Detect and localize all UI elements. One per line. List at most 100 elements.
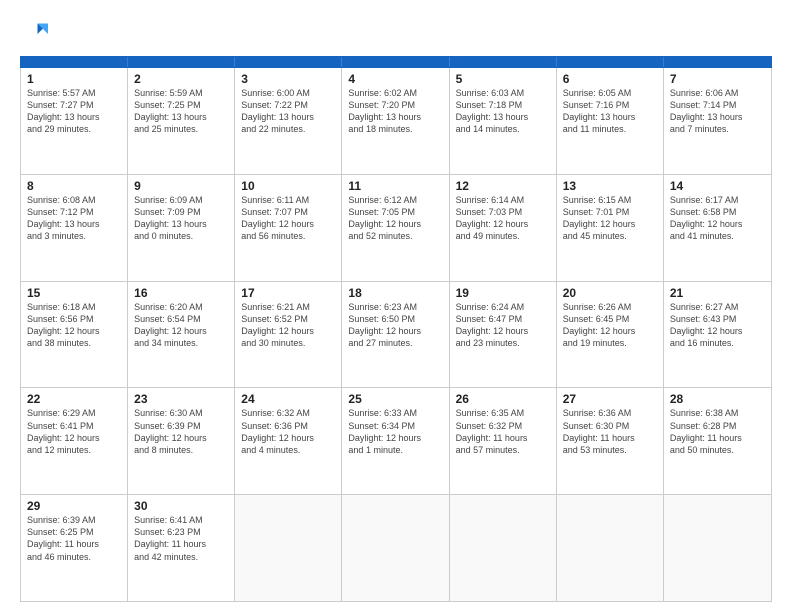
logo-icon xyxy=(20,20,48,48)
day-number: 16 xyxy=(134,286,228,300)
cell-line: and 7 minutes. xyxy=(670,123,765,135)
header-thursday xyxy=(450,57,557,67)
cell-line: Sunrise: 6:17 AM xyxy=(670,194,765,206)
cell-line: Daylight: 12 hours xyxy=(348,325,442,337)
cell-line: and 16 minutes. xyxy=(670,337,765,349)
cell-line: Daylight: 13 hours xyxy=(563,111,657,123)
cell-line: Sunrise: 5:59 AM xyxy=(134,87,228,99)
day-cell-5-5 xyxy=(450,495,557,601)
cell-line: Sunrise: 6:32 AM xyxy=(241,407,335,419)
day-cell-1-6: 6Sunrise: 6:05 AMSunset: 7:16 PMDaylight… xyxy=(557,68,664,174)
cell-line: Daylight: 13 hours xyxy=(348,111,442,123)
cell-line: Sunrise: 6:30 AM xyxy=(134,407,228,419)
cell-line: Daylight: 13 hours xyxy=(134,218,228,230)
day-number: 3 xyxy=(241,72,335,86)
cell-line: Sunrise: 6:00 AM xyxy=(241,87,335,99)
cell-line: Daylight: 12 hours xyxy=(241,218,335,230)
cell-line: and 34 minutes. xyxy=(134,337,228,349)
cell-line: and 18 minutes. xyxy=(348,123,442,135)
day-number: 7 xyxy=(670,72,765,86)
cell-line: and 1 minute. xyxy=(348,444,442,456)
calendar-header xyxy=(20,56,772,68)
cell-line: Daylight: 12 hours xyxy=(456,325,550,337)
cell-line: Sunset: 6:54 PM xyxy=(134,313,228,325)
cell-line: Sunset: 7:03 PM xyxy=(456,206,550,218)
cell-line: Daylight: 11 hours xyxy=(563,432,657,444)
cell-line: Sunrise: 6:21 AM xyxy=(241,301,335,313)
cell-line: Sunrise: 5:57 AM xyxy=(27,87,121,99)
day-cell-2-6: 13Sunrise: 6:15 AMSunset: 7:01 PMDayligh… xyxy=(557,175,664,281)
day-cell-4-5: 26Sunrise: 6:35 AMSunset: 6:32 PMDayligh… xyxy=(450,388,557,494)
header xyxy=(20,16,772,48)
day-number: 8 xyxy=(27,179,121,193)
day-cell-4-2: 23Sunrise: 6:30 AMSunset: 6:39 PMDayligh… xyxy=(128,388,235,494)
cell-line: Sunrise: 6:20 AM xyxy=(134,301,228,313)
cell-line: and 49 minutes. xyxy=(456,230,550,242)
cell-line: and 27 minutes. xyxy=(348,337,442,349)
cell-line: Sunset: 7:25 PM xyxy=(134,99,228,111)
cell-line: Sunset: 7:22 PM xyxy=(241,99,335,111)
day-cell-1-4: 4Sunrise: 6:02 AMSunset: 7:20 PMDaylight… xyxy=(342,68,449,174)
day-number: 21 xyxy=(670,286,765,300)
header-sunday xyxy=(21,57,128,67)
day-cell-3-7: 21Sunrise: 6:27 AMSunset: 6:43 PMDayligh… xyxy=(664,282,771,388)
cell-line: Sunrise: 6:27 AM xyxy=(670,301,765,313)
cell-line: Daylight: 12 hours xyxy=(563,218,657,230)
cell-line: Sunset: 6:39 PM xyxy=(134,420,228,432)
day-cell-5-1: 29Sunrise: 6:39 AMSunset: 6:25 PMDayligh… xyxy=(21,495,128,601)
day-cell-2-1: 8Sunrise: 6:08 AMSunset: 7:12 PMDaylight… xyxy=(21,175,128,281)
day-cell-2-4: 11Sunrise: 6:12 AMSunset: 7:05 PMDayligh… xyxy=(342,175,449,281)
cell-line: Sunset: 6:41 PM xyxy=(27,420,121,432)
cell-line: Sunrise: 6:14 AM xyxy=(456,194,550,206)
cell-line: and 42 minutes. xyxy=(134,551,228,563)
cell-line: Daylight: 13 hours xyxy=(456,111,550,123)
cell-line: and 19 minutes. xyxy=(563,337,657,349)
week-row-2: 8Sunrise: 6:08 AMSunset: 7:12 PMDaylight… xyxy=(21,175,771,282)
header-tuesday xyxy=(235,57,342,67)
cell-line: Daylight: 12 hours xyxy=(241,325,335,337)
cell-line: Daylight: 11 hours xyxy=(134,538,228,550)
header-monday xyxy=(128,57,235,67)
cell-line: Sunset: 7:18 PM xyxy=(456,99,550,111)
day-number: 11 xyxy=(348,179,442,193)
cell-line: and 12 minutes. xyxy=(27,444,121,456)
cell-line: and 30 minutes. xyxy=(241,337,335,349)
cell-line: Sunset: 7:01 PM xyxy=(563,206,657,218)
cell-line: Sunrise: 6:39 AM xyxy=(27,514,121,526)
day-cell-4-3: 24Sunrise: 6:32 AMSunset: 6:36 PMDayligh… xyxy=(235,388,342,494)
cell-line: and 56 minutes. xyxy=(241,230,335,242)
cell-line: Daylight: 12 hours xyxy=(456,218,550,230)
day-cell-2-3: 10Sunrise: 6:11 AMSunset: 7:07 PMDayligh… xyxy=(235,175,342,281)
cell-line: Daylight: 13 hours xyxy=(27,218,121,230)
day-cell-5-4 xyxy=(342,495,449,601)
day-number: 20 xyxy=(563,286,657,300)
cell-line: Sunrise: 6:05 AM xyxy=(563,87,657,99)
cell-line: Sunset: 6:50 PM xyxy=(348,313,442,325)
day-cell-4-1: 22Sunrise: 6:29 AMSunset: 6:41 PMDayligh… xyxy=(21,388,128,494)
cell-line: Sunrise: 6:26 AM xyxy=(563,301,657,313)
cell-line: Sunset: 6:47 PM xyxy=(456,313,550,325)
cell-line: and 38 minutes. xyxy=(27,337,121,349)
cell-line: and 50 minutes. xyxy=(670,444,765,456)
day-number: 6 xyxy=(563,72,657,86)
day-cell-2-2: 9Sunrise: 6:09 AMSunset: 7:09 PMDaylight… xyxy=(128,175,235,281)
day-number: 22 xyxy=(27,392,121,406)
cell-line: Sunset: 7:20 PM xyxy=(348,99,442,111)
cell-line: Sunset: 6:28 PM xyxy=(670,420,765,432)
day-number: 23 xyxy=(134,392,228,406)
logo xyxy=(20,20,52,48)
day-number: 9 xyxy=(134,179,228,193)
cell-line: Sunset: 6:52 PM xyxy=(241,313,335,325)
day-cell-3-4: 18Sunrise: 6:23 AMSunset: 6:50 PMDayligh… xyxy=(342,282,449,388)
day-cell-3-6: 20Sunrise: 6:26 AMSunset: 6:45 PMDayligh… xyxy=(557,282,664,388)
cell-line: Sunrise: 6:35 AM xyxy=(456,407,550,419)
day-number: 1 xyxy=(27,72,121,86)
day-number: 4 xyxy=(348,72,442,86)
day-number: 12 xyxy=(456,179,550,193)
cell-line: Daylight: 12 hours xyxy=(348,432,442,444)
cell-line: Sunrise: 6:12 AM xyxy=(348,194,442,206)
header-friday xyxy=(557,57,664,67)
cell-line: Sunset: 7:12 PM xyxy=(27,206,121,218)
cell-line: Daylight: 11 hours xyxy=(456,432,550,444)
day-cell-3-3: 17Sunrise: 6:21 AMSunset: 6:52 PMDayligh… xyxy=(235,282,342,388)
